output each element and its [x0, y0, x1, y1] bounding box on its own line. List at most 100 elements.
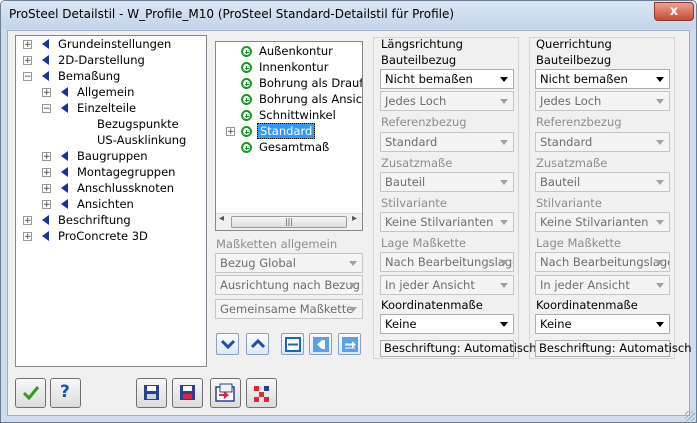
dimension-left-button[interactable] — [309, 333, 332, 355]
chevron-down-icon — [656, 322, 664, 327]
select-value: Nicht bemaßen — [385, 72, 473, 86]
tree-item-label: Anschlussknoten — [77, 181, 175, 195]
collapse-icon[interactable]: − — [42, 104, 51, 114]
expand-icon[interactable]: + — [226, 127, 235, 137]
chevron-down-icon — [500, 260, 508, 265]
expand-icon[interactable]: + — [42, 200, 51, 210]
move-up-button[interactable] — [246, 333, 269, 355]
trans-lage-select[interactable]: Nach Bearbeitungslage — [535, 252, 670, 272]
dimension-element-tree[interactable]: Außenkontur Innenkontur Bohrung als Drau… — [215, 41, 363, 231]
expand-icon[interactable]: + — [23, 56, 32, 66]
green-plus-icon — [241, 46, 252, 57]
green-plus-icon — [241, 94, 252, 105]
save-as-button[interactable] — [172, 378, 203, 408]
trans-zusatz-select[interactable]: Bauteil — [535, 172, 670, 192]
select-value: Jedes Loch — [540, 94, 602, 108]
question-mark-icon: ? — [60, 382, 70, 402]
chevron-down-icon — [500, 140, 508, 145]
trans-loch-select[interactable]: Jedes Loch — [535, 91, 670, 111]
select-value: Keine Stilvarianten — [540, 215, 649, 229]
long-beschriftung-status: Beschriftung: Automatisch — [380, 340, 537, 357]
tree-item-label: Einzelteile — [77, 101, 137, 115]
subtree-item-innenkontur[interactable]: Innenkontur — [259, 60, 328, 74]
scroll-right-icon[interactable]: ▸ — [352, 213, 357, 224]
chevron-down-icon — [656, 283, 664, 288]
scroll-left-icon[interactable]: ◂ — [219, 213, 224, 224]
trans-referenz-label: Referenzbezug — [536, 115, 622, 129]
subtree-item-gesamtmass[interactable]: Gesamtmaß — [259, 140, 329, 154]
chevron-down-icon — [656, 140, 664, 145]
chevron-down-icon — [500, 283, 508, 288]
style-tree-button[interactable] — [246, 378, 277, 408]
chevron-down-icon — [349, 283, 357, 288]
close-button[interactable]: x — [654, 2, 694, 21]
expand-icon[interactable]: + — [42, 168, 51, 178]
load-style-button[interactable] — [210, 378, 241, 408]
long-referenz-label: Referenzbezug — [381, 115, 467, 129]
title-bar[interactable]: ProSteel Detailstil - W_Profile_M10 (Pro… — [1, 1, 696, 29]
trans-ansicht-select[interactable]: In jeder Ansicht — [535, 275, 670, 295]
long-stil-select[interactable]: Keine Stilvarianten — [380, 212, 514, 232]
trans-bauteilbezug-label: Bauteilbezug — [536, 53, 612, 67]
chevron-down-icon — [500, 180, 508, 185]
select-value: Nicht bemaßen — [540, 72, 628, 86]
chevron-down-icon — [221, 339, 235, 349]
expand-icon[interactable]: + — [23, 40, 32, 50]
dimension-right-button[interactable] — [338, 333, 361, 355]
bezug-select[interactable]: Bezug Global — [215, 253, 363, 273]
trans-koord-label: Koordinatenmaße — [536, 298, 638, 312]
expand-icon[interactable]: + — [23, 232, 32, 242]
long-ansicht-select[interactable]: In jeder Ansicht — [380, 275, 514, 295]
long-zusatz-label: Zusatzmaße — [381, 156, 453, 170]
horizontal-scrollbar[interactable]: ◂ ||| ▸ — [216, 213, 362, 230]
subtree-item-bohrung-ansicht[interactable]: Bohrung als Ansicht — [259, 92, 362, 106]
tree-item-label: Allgemein — [77, 85, 135, 99]
subtree-item-schnittwinkel[interactable]: Schnittwinkel — [259, 108, 336, 122]
expand-icon[interactable]: + — [42, 184, 51, 194]
longitudinal-header: Längsrichtung — [381, 37, 463, 51]
long-referenz-select[interactable]: Standard — [380, 132, 514, 152]
tree-item-label: Beschriftung — [58, 213, 131, 227]
trans-stil-select[interactable]: Keine Stilvarianten — [535, 212, 670, 232]
select-value: In jeder Ansicht — [540, 278, 630, 292]
long-loch-select[interactable]: Jedes Loch — [380, 91, 514, 111]
settings-tree[interactable]: + Grundeinstellungen + 2D-Darstellung − … — [15, 35, 207, 367]
trans-beschriftung-status: Beschriftung: Automatisch — [535, 340, 692, 357]
subtree-item-bohrung-draufsicht[interactable]: Bohrung als Draufsicht — [259, 76, 362, 90]
gemeinsame-kette-select[interactable]: Gemeinsame Maßkette — [215, 299, 363, 319]
window-title: ProSteel Detailstil - W_Profile_M10 (Pro… — [9, 7, 455, 21]
subtree-item-standard[interactable]: Standard — [257, 123, 316, 139]
trans-bauteilbezug-select[interactable]: Nicht bemaßen — [535, 69, 670, 89]
tree-item-label: 2D-Darstellung — [58, 53, 145, 67]
chevron-down-icon — [500, 322, 508, 327]
long-bauteilbezug-select[interactable]: Nicht bemaßen — [380, 69, 514, 89]
chevron-down-icon — [349, 307, 357, 312]
collapse-icon[interactable]: − — [23, 72, 32, 82]
tree-item-label: Ansichten — [77, 197, 134, 211]
long-stil-label: Stilvariante — [381, 196, 447, 210]
trans-referenz-select[interactable]: Standard — [535, 132, 670, 152]
expand-icon[interactable]: + — [23, 216, 32, 226]
expand-icon[interactable]: + — [42, 152, 51, 162]
help-button[interactable]: ? — [50, 378, 81, 408]
resize-grip[interactable] — [685, 411, 695, 421]
move-down-button[interactable] — [216, 333, 239, 355]
dimension-span-button[interactable] — [281, 333, 304, 355]
transverse-header: Querrichtung — [536, 37, 612, 51]
ok-button[interactable] — [15, 378, 46, 408]
long-lage-select[interactable]: Nach Bearbeitungslage — [380, 252, 514, 272]
save-button[interactable] — [136, 378, 167, 408]
trans-stil-label: Stilvariante — [536, 196, 602, 210]
chevron-down-icon — [656, 180, 664, 185]
trans-koord-select[interactable]: Keine — [535, 314, 670, 334]
expand-icon[interactable]: + — [42, 88, 51, 98]
scroll-thumb[interactable]: ||| — [231, 216, 347, 228]
select-value: Bauteil — [385, 175, 426, 189]
ausrichtung-select[interactable]: Ausrichtung nach Bezug — [215, 275, 363, 295]
tree-item-label: Grundeinstellungen — [58, 37, 172, 51]
subtree-item-aussenkontur[interactable]: Außenkontur — [259, 44, 333, 58]
arrow-left-icon — [61, 199, 68, 209]
long-zusatz-select[interactable]: Bauteil — [380, 172, 514, 192]
select-value: Bezug Global — [220, 256, 296, 270]
long-koord-select[interactable]: Keine — [380, 314, 514, 334]
